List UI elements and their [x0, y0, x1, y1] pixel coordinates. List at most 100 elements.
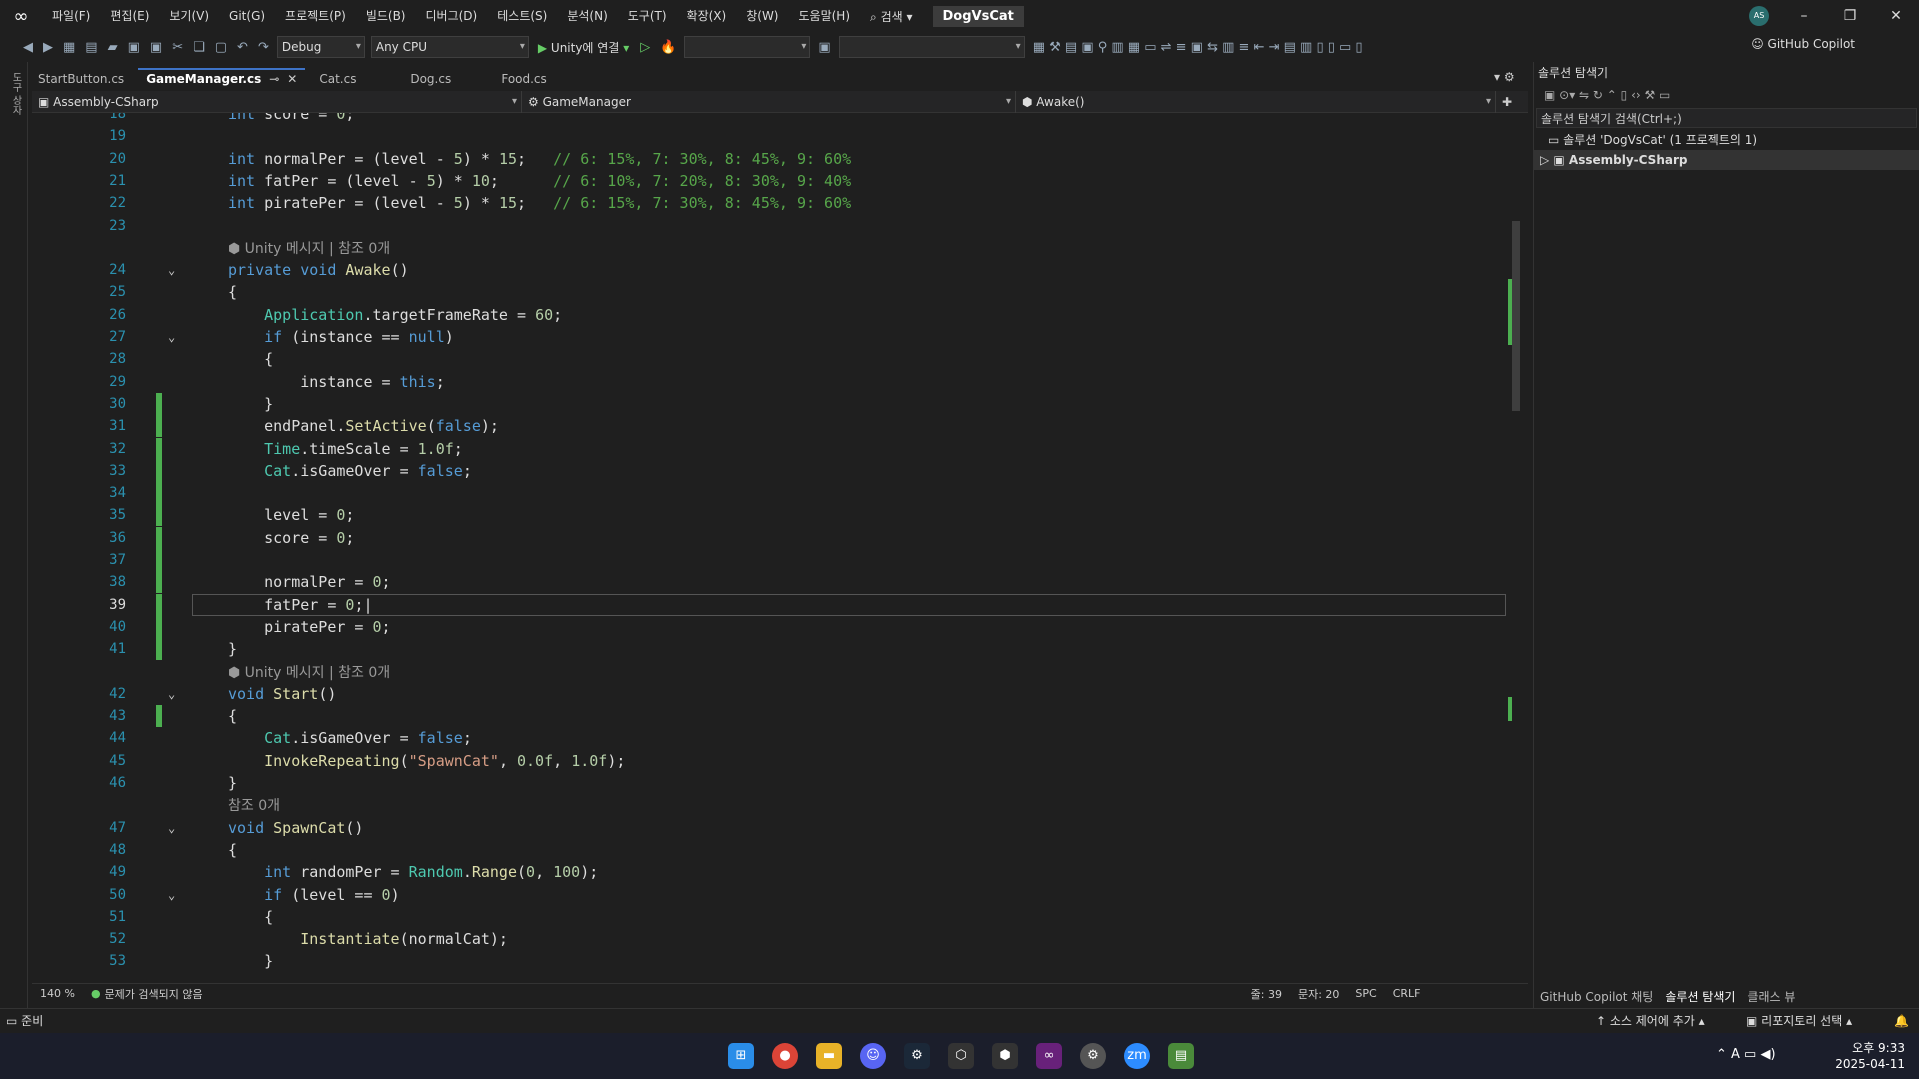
code-line[interactable]: 51 { — [32, 906, 1508, 928]
code-line[interactable]: 33 Cat.isGameOver = false; — [32, 460, 1508, 482]
select-repository-button[interactable]: ▣ 리포지토리 선택 ▴ — [1746, 1009, 1852, 1033]
code-text[interactable]: int score = 0; — [228, 113, 354, 125]
fold-toggle-icon[interactable]: ⌄ — [168, 884, 175, 906]
code-text[interactable]: Cat.isGameOver = false; — [228, 460, 472, 482]
menu-item[interactable]: 테스트(S) — [487, 0, 557, 32]
vertical-scrollbar[interactable] — [1506, 113, 1524, 983]
startup-item-select[interactable] — [838, 36, 1025, 58]
unity-hub-icon[interactable]: ⬡ — [948, 1043, 974, 1069]
fold-toggle-icon[interactable]: ⌄ — [168, 326, 175, 348]
settings-icon[interactable]: ⚙ — [1080, 1043, 1106, 1069]
back-icon[interactable]: ◀ — [23, 40, 33, 55]
configuration-select[interactable]: Debug — [276, 36, 365, 58]
code-text[interactable]: Time.timeScale = 1.0f; — [228, 438, 463, 460]
code-text[interactable]: void Start() — [228, 683, 336, 705]
code-line[interactable]: 41} — [32, 638, 1508, 660]
add-source-control-button[interactable]: ↑ 소스 제어에 추가 ▴ — [1596, 1009, 1705, 1033]
code-line[interactable]: 18 int score = 0; — [32, 113, 1508, 125]
panel-tab[interactable]: GitHub Copilot 채팅 — [1534, 986, 1659, 1008]
zoom-level[interactable]: 140 % — [40, 987, 75, 1000]
code-line[interactable]: 34 — [32, 482, 1508, 504]
notifications-icon[interactable]: 🔔 — [1894, 1009, 1909, 1033]
forward-icon[interactable]: ▶ — [43, 40, 53, 55]
redo-icon[interactable]: ↷ — [258, 40, 269, 55]
code-text[interactable]: Instantiate(normalCat); — [228, 928, 508, 950]
project-node[interactable]: ▷ ▣ Assembly-CSharp — [1534, 150, 1919, 170]
code-text[interactable]: 참조 0개 — [228, 794, 280, 817]
code-text[interactable]: piratePer = 0; — [228, 616, 390, 638]
start-without-debug-icon[interactable]: ▷ — [640, 40, 650, 55]
menu-item[interactable]: 프로젝트(P) — [275, 0, 356, 32]
code-line[interactable]: 30 } — [32, 393, 1508, 415]
code-text[interactable]: void SpawnCat() — [228, 817, 363, 839]
tab-overflow-icon[interactable]: ▾ ⚙ — [1494, 70, 1515, 84]
file-explorer-icon[interactable]: ▬ — [816, 1043, 842, 1069]
code-line[interactable]: 42 ⌄ void Start() — [32, 683, 1508, 705]
tab-file[interactable]: Dog.cs — [402, 68, 487, 90]
code-line[interactable]: 46} — [32, 772, 1508, 794]
add-item-icon[interactable]: ▤ — [85, 40, 97, 55]
whitespace-indicator[interactable]: SPC — [1355, 987, 1376, 1000]
folder-icon[interactable]: ▣ — [818, 40, 830, 55]
toolbar-misc-icons[interactable]: ▦ ⚒ ▤ ▣ ⚲ ▥ ▦ ▭ ⇌ ≡ ▣ ⇆ ▥ ≡ ⇤ ⇥ ▤ ▥ ▯ ▯ … — [1033, 40, 1363, 55]
split-icon[interactable]: ✚ — [1496, 91, 1518, 112]
undo-icon[interactable]: ↶ — [237, 40, 248, 55]
code-text[interactable]: int randomPer = Random.Range(0, 100); — [228, 861, 598, 883]
tab-file[interactable]: StartButton.cs — [30, 68, 132, 90]
member-select[interactable]: ⬢ Awake() — [1016, 91, 1496, 113]
code-text[interactable]: score = 0; — [228, 527, 354, 549]
code-line[interactable]: 50 ⌄ if (level == 0) — [32, 884, 1508, 906]
code-line[interactable]: 53 } — [32, 950, 1508, 972]
visual-studio-icon[interactable]: ∞ — [1036, 1043, 1062, 1069]
new-project-icon[interactable]: ▦ — [63, 40, 75, 55]
scrollbar-thumb[interactable] — [1512, 221, 1520, 411]
panel-tab[interactable]: 솔루션 탐색기 — [1659, 986, 1741, 1008]
code-line[interactable]: 26 Application.targetFrameRate = 60; — [32, 304, 1508, 326]
menu-item[interactable]: 확장(X) — [677, 0, 737, 32]
code-text[interactable]: if (instance == null) — [228, 326, 454, 348]
notepad-icon[interactable]: ▤ — [1168, 1043, 1194, 1069]
code-text[interactable]: fatPer = 0;| — [228, 594, 372, 616]
column-indicator[interactable]: 문자: 20 — [1298, 986, 1339, 1002]
search-menu[interactable]: ⌕ 검색 ▾ — [860, 8, 922, 25]
solution-search-input[interactable]: 솔루션 탐색기 검색(Ctrl+;) — [1536, 108, 1917, 128]
menu-item[interactable]: 파일(F) — [42, 0, 100, 32]
platform-select[interactable]: Any CPU — [370, 36, 529, 58]
code-line[interactable]: 40 piratePer = 0; — [32, 616, 1508, 638]
code-text[interactable]: if (level == 0) — [228, 884, 399, 906]
code-line[interactable]: 27 ⌄ if (instance == null) — [32, 326, 1508, 348]
code-line[interactable]: 44 Cat.isGameOver = false; — [32, 727, 1508, 749]
line-indicator[interactable]: 줄: 39 — [1251, 986, 1282, 1002]
restore-icon[interactable]: ❐ — [1827, 0, 1873, 32]
chrome-icon[interactable]: ● — [772, 1043, 798, 1069]
code-line[interactable]: 20 int normalPer = (level - 5) * 15; // 6… — [32, 148, 1508, 170]
visual-studio-logo-icon[interactable]: ∞ — [0, 0, 42, 32]
code-text[interactable]: } — [228, 950, 273, 972]
discord-icon[interactable]: ☺ — [860, 1043, 886, 1069]
code-text[interactable]: int fatPer = (level - 5) * 10; // 6: 10%… — [228, 170, 851, 192]
menu-item[interactable]: 보기(V) — [159, 0, 219, 32]
code-text[interactable]: { — [228, 281, 237, 303]
code-text[interactable]: { — [228, 906, 273, 928]
code-line[interactable]: 19 — [32, 125, 1508, 147]
open-icon[interactable]: ▰ — [108, 40, 118, 55]
avatar[interactable]: AS — [1749, 6, 1769, 26]
line-ending-indicator[interactable]: CRLF — [1393, 987, 1421, 1000]
code-text[interactable]: ⬢ Unity 메시지 | 참조 0개 — [228, 661, 390, 684]
menu-item[interactable]: 빌드(B) — [356, 0, 416, 32]
unity-icon[interactable]: ⬢ — [992, 1043, 1018, 1069]
fold-toggle-icon[interactable]: ⌄ — [168, 683, 175, 705]
code-line[interactable]: 23 — [32, 215, 1508, 237]
code-text[interactable]: instance = this; — [228, 371, 445, 393]
windows-start-icon[interactable]: ⊞ — [728, 1043, 754, 1069]
target-select[interactable] — [684, 36, 811, 58]
zoom-icon[interactable]: zm — [1124, 1043, 1150, 1069]
code-line[interactable]: 43 { — [32, 705, 1508, 727]
cut-icon[interactable]: ✂ — [172, 40, 183, 55]
steam-icon[interactable]: ⚙ — [904, 1043, 930, 1069]
code-line[interactable]: 47 ⌄ void SpawnCat() — [32, 817, 1508, 839]
code-text[interactable]: Application.targetFrameRate = 60; — [228, 304, 562, 326]
code-line[interactable]: 49 int randomPer = Random.Range(0, 100); — [32, 861, 1508, 883]
code-line[interactable]: 31 endPanel.SetActive(false); — [32, 415, 1508, 437]
solution-node[interactable]: ▭ 솔루션 'DogVsCat' (1 프로젝트의 1) — [1534, 130, 1919, 150]
